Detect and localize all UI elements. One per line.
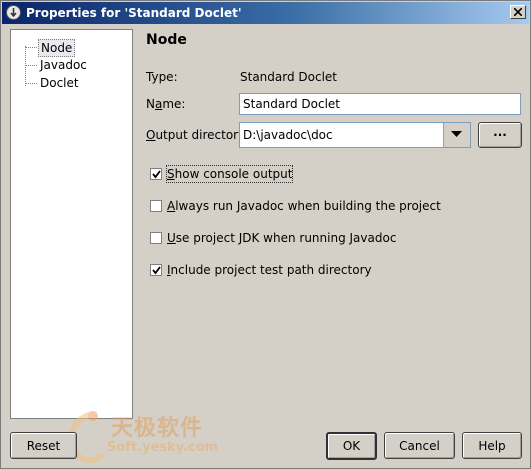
name-label: Name: <box>146 97 186 111</box>
dropdown-button[interactable] <box>443 123 470 147</box>
checkbox-label: Show console output <box>165 165 294 183</box>
cancel-button[interactable]: Cancel <box>384 432 455 459</box>
checkmark-icon <box>152 170 161 179</box>
watermark-logo: 天极软件 Soft.yesky.com <box>63 408 223 464</box>
watermark-text: 天极软件 <box>111 416 204 441</box>
tree-connector <box>25 46 26 86</box>
watermark-url: Soft.yesky.com <box>107 440 219 455</box>
tree-item-label: Node <box>38 39 76 57</box>
properties-tree: Node Javadoc Doclet <box>10 29 133 419</box>
checkbox-label: Use project JDK when running Javadoc <box>167 231 397 245</box>
name-field[interactable] <box>239 93 521 115</box>
checkbox-label: Always run Javadoc when building the pro… <box>167 199 441 213</box>
app-icon <box>6 5 21 20</box>
include-test-path-checkbox[interactable] <box>150 264 162 276</box>
title-bar[interactable]: Properties for 'Standard Doclet' <box>2 2 529 24</box>
output-directory-label: Output directory: <box>146 128 249 142</box>
close-icon <box>514 8 522 16</box>
use-project-jdk-checkbox[interactable] <box>150 232 162 244</box>
ok-button[interactable]: OK <box>326 432 377 460</box>
window-title: Properties for 'Standard Doclet' <box>26 6 242 20</box>
show-console-output-checkbox[interactable] <box>150 168 162 180</box>
close-button[interactable] <box>510 5 526 19</box>
tree-item-label: Doclet <box>40 76 79 90</box>
type-label: Type: <box>146 70 178 84</box>
page-title: Node <box>146 32 187 48</box>
reset-button[interactable]: Reset <box>10 432 77 459</box>
help-button[interactable]: Help <box>462 432 522 459</box>
checkmark-icon <box>152 266 161 275</box>
checkbox-label: Include project test path directory <box>167 263 372 277</box>
always-run-javadoc-checkbox[interactable] <box>150 200 162 212</box>
tree-item-label: Javadoc <box>40 58 87 72</box>
output-directory-input[interactable] <box>240 123 442 147</box>
type-value: Standard Doclet <box>240 70 338 84</box>
output-directory-combo[interactable] <box>239 122 471 148</box>
properties-dialog: Properties for 'Standard Doclet' Node Ja… <box>0 0 531 469</box>
chevron-down-icon <box>451 131 462 137</box>
browse-button[interactable]: ··· <box>478 122 522 148</box>
